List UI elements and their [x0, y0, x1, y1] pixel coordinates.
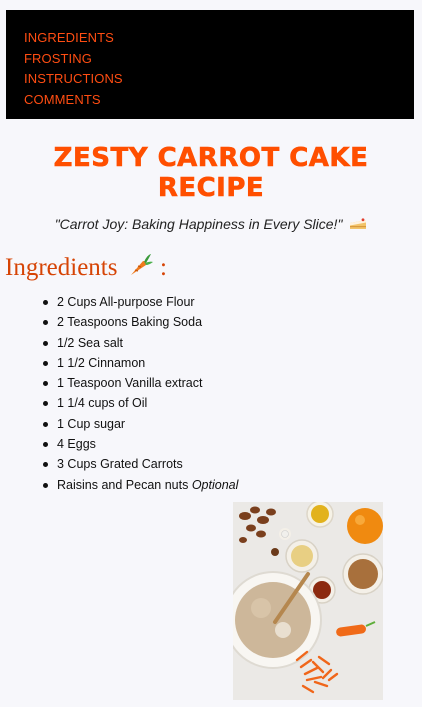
list-item: 1 1/2 Cinnamon — [40, 353, 238, 373]
ingredients-heading-colon: : — [159, 254, 167, 281]
tagline: "Carrot Joy: Baking Happiness in Every S… — [0, 216, 422, 232]
nav-link-frosting[interactable]: FROSTING — [24, 49, 414, 70]
nav-link-ingredients[interactable]: INGREDIENTS — [24, 28, 414, 49]
page-title: ZESTY CARROT CAKE RECIPE — [0, 143, 422, 204]
list-item: 1 Teaspoon Vanilla extract — [40, 373, 238, 393]
top-navigation: INGREDIENTS FROSTING INSTRUCTIONS COMMEN… — [6, 10, 414, 119]
page-title-line2: RECIPE — [157, 173, 265, 204]
list-item-text: Raisins and Pecan nuts — [57, 477, 189, 492]
list-item: 3 Cups Grated Carrots — [40, 454, 238, 474]
ingredients-photo-illustration — [233, 502, 383, 700]
list-item: 1 Cup sugar — [40, 414, 238, 434]
carrot-icon — [130, 254, 153, 275]
tagline-text: "Carrot Joy: Baking Happiness in Every S… — [54, 216, 343, 232]
ingredients-photo — [233, 502, 383, 700]
optional-note: Optional — [191, 477, 239, 492]
list-item: 1/2 Sea salt — [40, 333, 238, 353]
list-item: 2 Cups All-purpose Flour — [40, 292, 238, 312]
cake-slice-icon — [350, 218, 367, 229]
ingredients-heading-text: Ingredients — [5, 254, 118, 281]
list-item: Raisins and Pecan nuts Optional — [40, 475, 238, 495]
list-item: 2 Teaspoons Baking Soda — [40, 312, 238, 332]
nav-link-instructions[interactable]: INSTRUCTIONS — [24, 69, 414, 90]
ingredients-list: 2 Cups All-purpose Flour 2 Teaspoons Bak… — [40, 292, 238, 495]
list-item: 4 Eggs — [40, 434, 238, 454]
page-title-line1: ZESTY CARROT CAKE — [53, 143, 369, 174]
list-item: 1 1/4 cups of Oil — [40, 393, 238, 413]
nav-link-comments[interactable]: COMMENTS — [24, 90, 414, 111]
ingredients-heading: Ingredients : — [5, 252, 167, 282]
